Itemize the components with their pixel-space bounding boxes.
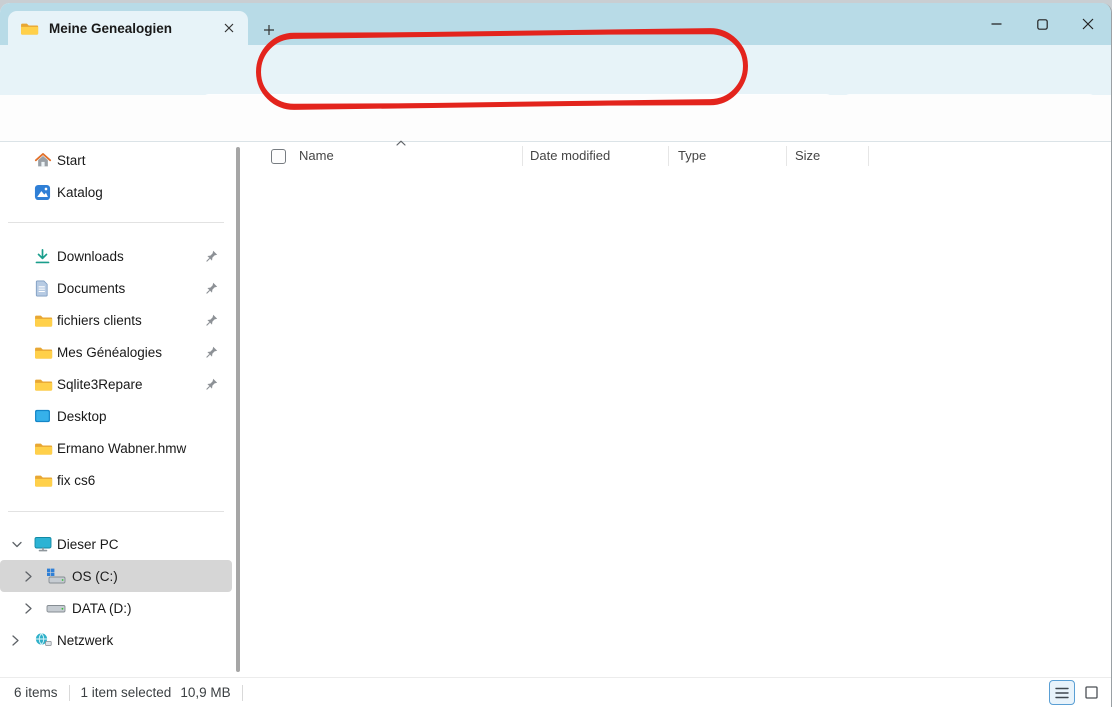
selection-size: 10,9 MB (180, 685, 230, 700)
sidebar-item-dieser-pc[interactable]: Dieser PC (0, 528, 232, 560)
items-count: 6 items (14, 685, 58, 700)
sort-ascending-icon (396, 140, 406, 146)
window-controls (973, 3, 1111, 45)
pc-icon (34, 536, 52, 552)
sidebar-item-label: Ermano Wabner.hmw (57, 441, 186, 456)
details-view-toggle[interactable] (1049, 680, 1075, 705)
gallery-icon (34, 184, 51, 201)
navigation-pane: Start Katalog Downloads (0, 142, 248, 678)
icons-view-toggle[interactable] (1078, 680, 1104, 705)
column-headers: Name Date modified Type Size (248, 142, 1111, 170)
command-bar: New (0, 95, 1111, 142)
select-all-checkbox[interactable] (271, 149, 286, 164)
sidebar-item-downloads[interactable]: Downloads (0, 240, 232, 272)
folder-icon (20, 21, 39, 36)
minimize-icon[interactable] (973, 3, 1019, 45)
chevron-right-icon[interactable] (25, 603, 32, 614)
sidebar-item-fichiers-clients[interactable]: fichiers clients (0, 304, 232, 336)
desktop-icon (34, 409, 51, 423)
column-type[interactable]: Type (678, 148, 706, 163)
column-divider[interactable] (668, 146, 669, 166)
sidebar-item-os-c[interactable]: OS (C:) (0, 560, 232, 592)
sidebar-item-label: Mes Généalogies (57, 345, 162, 360)
pin-icon (206, 378, 218, 390)
folder-icon (34, 441, 53, 456)
sidebar-item-label: Documents (57, 281, 125, 296)
sidebar-item-desktop[interactable]: Desktop (0, 400, 232, 432)
folder-icon (34, 377, 53, 392)
maximize-icon[interactable] (1019, 3, 1065, 45)
sidebar-item-sqlite3repare[interactable]: Sqlite3Repare (0, 368, 232, 400)
pin-icon (206, 346, 218, 358)
folder-icon (34, 313, 53, 328)
download-icon (34, 248, 51, 265)
sidebar-item-label: fix cs6 (57, 473, 95, 488)
file-list-empty[interactable] (248, 170, 1110, 678)
column-size[interactable]: Size (795, 148, 820, 163)
tab-close-icon[interactable] (218, 17, 240, 39)
close-icon[interactable] (1065, 3, 1111, 45)
sidebar-divider (8, 511, 224, 512)
sidebar-divider (8, 222, 224, 223)
sidebar-item-label: Netzwerk (57, 633, 113, 648)
sidebar-item-documents[interactable]: Documents (0, 272, 232, 304)
status-bar: 6 items 1 item selected 10,9 MB (0, 677, 1111, 707)
explorer-window: Meine Genealogien (0, 0, 1112, 707)
pin-icon (206, 250, 218, 262)
sidebar-item-label: Start (57, 153, 86, 168)
sidebar-item-fix-cs6[interactable]: fix cs6 (0, 464, 232, 496)
status-divider (242, 685, 243, 701)
sidebar-item-netzwerk[interactable]: Netzwerk (0, 624, 232, 656)
sidebar-item-katalog[interactable]: Katalog (0, 176, 232, 208)
file-explorer: Meine Genealogien (0, 3, 1112, 707)
drive-icon (46, 603, 66, 614)
chevron-down-icon[interactable] (12, 541, 22, 548)
sidebar-item-label: Desktop (57, 409, 107, 424)
sidebar-item-label: DATA (D:) (72, 601, 132, 616)
sidebar-item-mes-genealogies[interactable]: Mes Généalogies (0, 336, 232, 368)
sidebar-item-label: Dieser PC (57, 537, 119, 552)
home-icon (34, 152, 52, 168)
column-date-modified[interactable]: Date modified (530, 148, 610, 163)
sidebar-item-label: OS (C:) (72, 569, 118, 584)
sidebar-item-label: Sqlite3Repare (57, 377, 143, 392)
tab-meine-genealogien[interactable]: Meine Genealogien (8, 11, 248, 45)
status-divider (69, 685, 70, 701)
column-divider[interactable] (786, 146, 787, 166)
pin-icon (206, 282, 218, 294)
folder-icon (34, 345, 53, 360)
list-view-icon (1055, 687, 1069, 699)
chevron-right-icon[interactable] (25, 571, 32, 582)
titlebar: Meine Genealogien (0, 3, 1111, 45)
sidebar-item-label: Katalog (57, 185, 103, 200)
tab-title: Meine Genealogien (49, 21, 218, 36)
chevron-right-icon[interactable] (12, 635, 19, 646)
sidebar-item-ermano-wabner[interactable]: Ermano Wabner.hmw (0, 432, 232, 464)
network-icon (34, 632, 52, 648)
column-name[interactable]: Name (299, 148, 334, 163)
column-divider[interactable] (522, 146, 523, 166)
windows-drive-icon (46, 568, 66, 584)
large-icons-view-icon (1085, 686, 1098, 699)
sidebar-scrollbar[interactable] (236, 147, 240, 672)
sidebar-item-label: Downloads (57, 249, 124, 264)
pin-icon (206, 314, 218, 326)
sidebar-item-label: fichiers clients (57, 313, 142, 328)
selection-count: 1 item selected (81, 685, 172, 700)
sidebar-item-start[interactable]: Start (0, 144, 232, 176)
navigation-bar: BSD Concept Heredis Meine Genealogien (0, 45, 1111, 95)
folder-icon (34, 473, 53, 488)
new-tab-icon[interactable] (257, 18, 281, 42)
column-divider[interactable] (868, 146, 869, 166)
sidebar-item-data-d[interactable]: DATA (D:) (0, 592, 232, 624)
document-icon (34, 280, 49, 297)
